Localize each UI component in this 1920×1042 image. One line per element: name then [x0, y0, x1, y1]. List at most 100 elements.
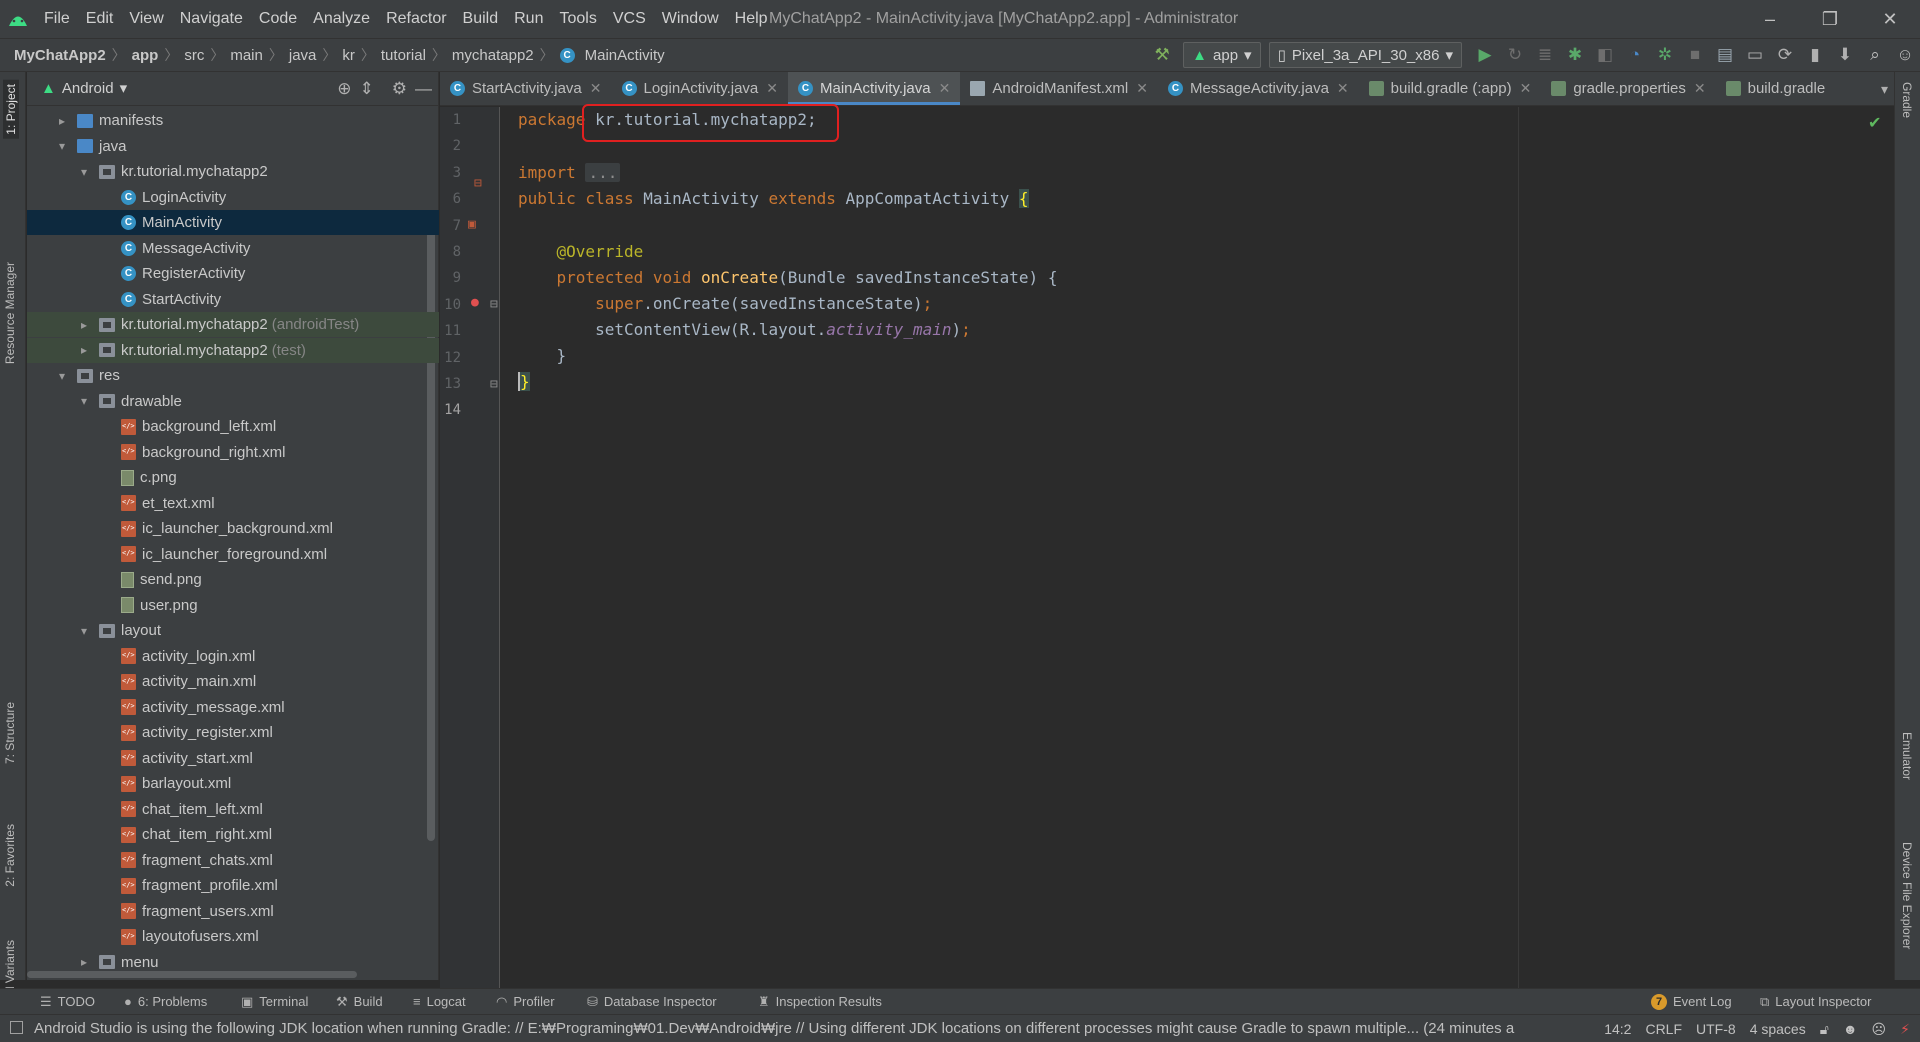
locate-file-icon[interactable]: ⊕	[337, 79, 351, 99]
close-tab-icon[interactable]: ✕	[766, 80, 778, 97]
breadcrumb-item[interactable]: main	[226, 47, 267, 64]
emulator-tab[interactable]: Emulator	[1900, 732, 1914, 780]
problems-tab[interactable]: ● 6: Problems	[124, 989, 207, 1015]
menu-build[interactable]: Build	[455, 0, 507, 38]
chevron-right-icon[interactable]: ▸	[77, 318, 91, 332]
tree-item[interactable]: ▸ menu	[27, 950, 439, 975]
menu-tools[interactable]: Tools	[551, 0, 604, 38]
tree-item[interactable]: C LoginActivity	[27, 185, 439, 210]
project-tool-tab[interactable]: 1: Project	[3, 80, 19, 139]
menu-window[interactable]: Window	[654, 0, 727, 38]
menu-code[interactable]: Code	[251, 0, 305, 38]
tree-item[interactable]: background_right.xml	[27, 440, 439, 465]
breadcrumb-item[interactable]: kr	[338, 47, 359, 64]
power-save-icon[interactable]: ⚡︎	[1900, 1021, 1910, 1038]
chevron-down-icon[interactable]: ▾	[55, 369, 69, 383]
device-manager-icon[interactable]: ▮	[1800, 45, 1830, 65]
code-editor[interactable]: 1 2 3 6 7 8 9 10 11 12 13 14 ▣ ● ⊟ ⊟ ⊟ package kr.tutor…	[440, 107, 1894, 988]
lock-icon[interactable]: 🔓︎	[1820, 1021, 1829, 1038]
breadcrumb-item[interactable]: mychatapp2	[448, 47, 538, 64]
resource-manager-tab[interactable]: Resource Manager	[3, 262, 17, 364]
chevron-right-icon[interactable]: ▸	[55, 114, 69, 128]
tree-item[interactable]: activity_message.xml	[27, 695, 439, 720]
device-file-explorer-tab[interactable]: Device File Explorer	[1900, 842, 1914, 949]
profile-icon[interactable]: ◔	[1620, 45, 1650, 65]
device-select[interactable]: ▯ Pixel_3a_API_30_x86 ▾	[1268, 42, 1462, 68]
make-project-icon[interactable]: ⚒	[1147, 45, 1177, 65]
gear-icon[interactable]: ⚙	[392, 79, 407, 99]
chevron-down-icon[interactable]: ▾	[55, 139, 69, 153]
menu-navigate[interactable]: Navigate	[172, 0, 251, 38]
close-tab-icon[interactable]: ✕	[1337, 80, 1349, 97]
profiler-tab[interactable]: ◠ Profiler	[496, 989, 555, 1015]
tree-item[interactable]: background_left.xml	[27, 414, 439, 439]
fold-icon[interactable]: ⊟	[490, 377, 498, 392]
menu-vcs[interactable]: VCS	[605, 0, 654, 38]
line-ending[interactable]: CRLF	[1645, 1021, 1682, 1037]
feedback-icon[interactable]: ☹	[1872, 1021, 1887, 1038]
gradle-tab[interactable]: Gradle	[1900, 82, 1914, 118]
tool-windows-toggle-icon[interactable]	[10, 1021, 23, 1034]
menu-file[interactable]: File	[36, 0, 78, 38]
restore-icon[interactable]: ❐	[1800, 0, 1860, 38]
tree-item[interactable]: C MainActivity	[27, 210, 439, 235]
tree-item[interactable]: C RegisterActivity	[27, 261, 439, 286]
debug-icon[interactable]: ✱	[1560, 45, 1590, 65]
apply-changes-icon[interactable]: ↻	[1500, 45, 1530, 65]
tree-item[interactable]: ▾ drawable	[27, 389, 439, 414]
layout-inspector-tab[interactable]: ⧉ Layout Inspector	[1760, 989, 1871, 1015]
file-encoding[interactable]: UTF-8	[1696, 1021, 1736, 1037]
close-tab-icon[interactable]: ✕	[1694, 80, 1706, 97]
indent-setting[interactable]: 4 spaces	[1750, 1021, 1806, 1037]
event-log-tab[interactable]: 7 Event Log	[1651, 989, 1732, 1015]
breadcrumb-item[interactable]: tutorial	[377, 47, 430, 64]
tree-item[interactable]: chat_item_left.xml	[27, 797, 439, 822]
terminal-tab[interactable]: ▣ Terminal	[241, 989, 308, 1015]
tree-item[interactable]: ▾ java	[27, 134, 439, 159]
project-structure-icon[interactable]: ▤	[1710, 45, 1740, 65]
breadcrumb-item[interactable]: MyChatApp2	[10, 47, 110, 64]
avd-manager-icon[interactable]: ▭	[1740, 45, 1770, 65]
breadcrumb-item[interactable]: MainActivity	[581, 47, 669, 64]
tree-item[interactable]: c.png	[27, 465, 439, 490]
tree-item[interactable]: chat_item_right.xml	[27, 822, 439, 847]
chevron-down-icon[interactable]: ▾	[77, 624, 91, 638]
menu-analyze[interactable]: Analyze	[305, 0, 378, 38]
inspector-icon[interactable]: ☻	[1843, 1021, 1858, 1037]
hide-panel-icon[interactable]: —	[415, 79, 432, 99]
tree-item[interactable]: ▾ res	[27, 363, 439, 388]
search-icon[interactable]: ⌕	[1860, 45, 1890, 65]
editor-tab[interactable]: C MessageActivity.java ✕	[1158, 72, 1359, 105]
breadcrumb-item[interactable]: java	[285, 47, 321, 64]
fold-icon[interactable]: ⊟	[474, 176, 482, 191]
tree-item[interactable]: activity_start.xml	[27, 746, 439, 771]
tree-item[interactable]: activity_main.xml	[27, 669, 439, 694]
run-icon[interactable]: ▶	[1470, 45, 1500, 65]
collapse-all-icon[interactable]: ⇕	[360, 79, 374, 99]
close-tab-icon[interactable]: ✕	[590, 80, 602, 97]
editor-tab[interactable]: gradle.properties ✕	[1541, 72, 1715, 105]
structure-tab[interactable]: 7: Structure	[3, 702, 17, 764]
database-inspector-tab[interactable]: ⛁ Database Inspector	[587, 989, 717, 1015]
caret-position[interactable]: 14:2	[1604, 1021, 1631, 1037]
status-message[interactable]: Android Studio is using the following JD…	[34, 1015, 1554, 1042]
tree-item[interactable]: et_text.xml	[27, 491, 439, 516]
sync-gradle-icon[interactable]: ⟳	[1770, 45, 1800, 65]
tree-item[interactable]: fragment_users.xml	[27, 899, 439, 924]
editor-tab[interactable]: build.gradle (:app) ✕	[1359, 72, 1542, 105]
tree-item[interactable]: activity_register.xml	[27, 720, 439, 745]
menu-run[interactable]: Run	[506, 0, 551, 38]
chevron-down-icon[interactable]: ▾	[77, 394, 91, 408]
editor-tab[interactable]: AndroidManifest.xml ✕	[960, 72, 1158, 105]
menu-edit[interactable]: Edit	[78, 0, 122, 38]
chevron-right-icon[interactable]: ▸	[77, 343, 91, 357]
apply-code-changes-icon[interactable]: ≣	[1530, 45, 1560, 65]
tree-item[interactable]: fragment_chats.xml	[27, 848, 439, 873]
close-tab-icon[interactable]: ✕	[939, 80, 951, 97]
close-tab-icon[interactable]: ✕	[1520, 80, 1532, 97]
folded-imports[interactable]: ...	[585, 163, 621, 182]
todo-tab[interactable]: ☰ TODO	[40, 989, 95, 1015]
editor-tab[interactable]: C StartActivity.java ✕	[440, 72, 612, 105]
user-icon[interactable]: ☺	[1890, 45, 1920, 65]
tree-item[interactable]: ▸mipmap	[27, 975, 439, 980]
